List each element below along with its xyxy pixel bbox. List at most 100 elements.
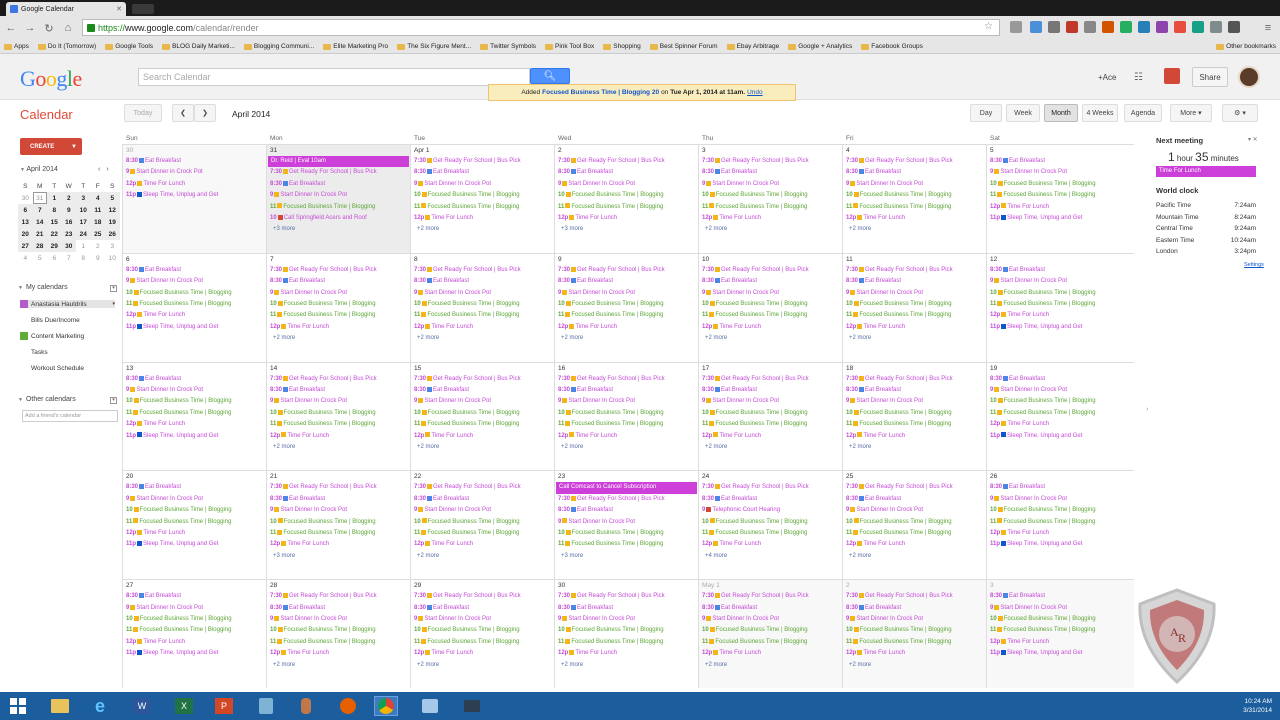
calendar-event[interactable]: 12p Time For Lunch — [411, 648, 554, 659]
bookmark-item[interactable]: Twitter Symbols — [480, 43, 536, 50]
calendar-event[interactable]: 11p Sleep Time, Unplug and Get — [123, 322, 266, 333]
chevron-down-icon[interactable]: ▾ — [112, 301, 115, 307]
calendar-list-item[interactable]: Tasks — [20, 348, 115, 356]
today-button[interactable]: Today — [124, 104, 162, 122]
bookmark-item[interactable]: BLOG Daily Marketi... — [162, 43, 235, 50]
calendar-event[interactable]: 9 Start Dinner In Crock Pot — [987, 276, 1134, 287]
home-icon[interactable]: ⌂ — [60, 20, 76, 36]
more-events-link[interactable]: +2 more — [699, 660, 842, 671]
address-bar[interactable]: https://www.google.com/calendar/render ☆ — [82, 19, 1000, 36]
more-events-link[interactable]: +2 more — [555, 660, 698, 671]
calendar-event[interactable]: 7:30 Get Ready For School | Bus Pick — [843, 482, 986, 493]
calendar-event[interactable]: 11 Focused Business Time | Blogging — [267, 528, 410, 539]
calendar-event[interactable]: 11 Focused Business Time | Blogging — [987, 299, 1134, 310]
mini-calendar-day[interactable]: 18 — [90, 216, 105, 228]
view-day-button[interactable]: Day — [970, 104, 1002, 122]
calendar-event[interactable]: 7:30 Get Ready For School | Bus Pick — [555, 494, 698, 505]
google-logo[interactable]: Google — [20, 66, 82, 92]
browser-tab[interactable]: Google Calendar ✕ — [6, 2, 126, 16]
calendar-event[interactable]: 12p Time For Lunch — [843, 648, 986, 659]
next-button[interactable]: ❯ — [194, 104, 216, 122]
calendar-event[interactable]: 11 Focused Business Time | Blogging — [987, 408, 1134, 419]
calendar-event[interactable]: 12p Time For Lunch — [411, 539, 554, 550]
more-button[interactable]: More ▾ — [1170, 104, 1212, 122]
calendar-event[interactable]: 12p Time For Lunch — [987, 202, 1134, 213]
powerpoint-icon[interactable]: P — [212, 696, 236, 716]
calendar-event[interactable]: 9 Start Dinner In Crock Pot — [123, 385, 266, 396]
calendar-event[interactable]: 9 Start Dinner In Crock Pot — [987, 494, 1134, 505]
more-events-link[interactable]: +2 more — [843, 660, 986, 671]
calendar-event[interactable]: 7:30 Get Ready For School | Bus Pick — [699, 374, 842, 385]
day-number[interactable]: May 1 — [699, 580, 842, 591]
calendar-event[interactable]: 12p Time For Lunch — [699, 213, 842, 224]
calendar-event[interactable]: 8:30 Eat Breakfast — [267, 276, 410, 287]
calendar-event[interactable]: 8:30 Eat Breakfast — [699, 276, 842, 287]
calendar-event[interactable]: 9 Start Dinner In Crock Pot — [699, 614, 842, 625]
calendar-event[interactable]: 9 Start Dinner In Crock Pot — [987, 385, 1134, 396]
calendar-event[interactable]: 12p Time For Lunch — [699, 539, 842, 550]
day-number[interactable]: 11 — [843, 254, 986, 265]
chrome-icon[interactable] — [374, 696, 398, 716]
day-number[interactable]: 26 — [987, 471, 1134, 482]
calendar-event[interactable]: 11 Focused Business Time | Blogging — [843, 528, 986, 539]
bookmark-item[interactable]: Elite Marketing Pro — [323, 43, 388, 50]
extension-icon[interactable] — [1010, 21, 1022, 33]
bookmark-item[interactable]: Shopping — [603, 43, 641, 50]
calendar-event[interactable]: 12p Time For Lunch — [555, 213, 698, 224]
day-cell[interactable]: 22 7:30 Get Ready For School | Bus Pick 8:3… — [410, 471, 554, 580]
calendar-event[interactable]: 8:30 Eat Breakfast — [987, 374, 1134, 385]
day-cell[interactable]: 25 7:30 Get Ready For School | Bus Pick 8:3… — [842, 471, 986, 580]
panel-close-icon[interactable]: ▾ ✕ — [1248, 136, 1258, 143]
calendar-event[interactable]: 8:30 Eat Breakfast — [267, 494, 410, 505]
calendar-event[interactable]: 8:30 Eat Breakfast — [987, 156, 1134, 167]
mini-calendar-day[interactable]: 7 — [32, 204, 47, 216]
day-number[interactable]: 14 — [267, 363, 410, 374]
calendar-event[interactable]: 9 Start Dinner in Crock Pot — [123, 167, 266, 178]
day-number[interactable]: 20 — [123, 471, 266, 482]
extension-icon[interactable] — [1210, 21, 1222, 33]
calendar-event[interactable]: 12p Time For Lunch — [123, 419, 266, 430]
calendar-event[interactable]: 9 Start Dinner In Crock Pot — [555, 288, 698, 299]
mini-calendar-day[interactable]: 2 — [61, 192, 76, 204]
extension-icon[interactable] — [1120, 21, 1132, 33]
day-cell[interactable]: May 1 7:30 Get Ready For School | Bus Pick… — [698, 580, 842, 689]
calendar-event[interactable]: 9 Start Dinner In Crock Pot — [411, 396, 554, 407]
calendar-event[interactable]: 9 Start Dinner In Crock Pot — [843, 179, 986, 190]
search-button[interactable]: 🔍︎ — [530, 68, 570, 84]
calendar-event[interactable]: 7:30 Get Ready For School | Bus Pick — [267, 374, 410, 385]
mini-calendar-day[interactable]: 5 — [105, 192, 120, 204]
calendar-event[interactable]: 8:30 Eat Breakfast — [267, 179, 410, 190]
calendar-event[interactable]: 11 Focused Business Time | Blogging — [555, 539, 698, 550]
bookmark-item[interactable]: Apps — [4, 43, 29, 50]
calendar-event[interactable]: 8:30 Eat Breakfast — [123, 482, 266, 493]
share-button[interactable]: Share — [1192, 67, 1228, 87]
calendar-event[interactable]: 7:30 Get Ready For School | Bus Pick — [555, 265, 698, 276]
calendar-event[interactable]: 7:30 Get Ready For School | Bus Pick — [267, 265, 410, 276]
bookmark-item[interactable]: Ebay Arbitrage — [726, 43, 779, 50]
extension-icon[interactable] — [1102, 21, 1114, 33]
mini-calendar-day[interactable]: 14 — [32, 216, 47, 228]
calendar-event[interactable]: 10 Focused Business Time | Blogging — [843, 299, 986, 310]
calendar-event[interactable]: 9 Start Dinner In Crock Pot — [123, 603, 266, 614]
day-number[interactable]: 19 — [987, 363, 1134, 374]
more-events-link[interactable]: +3 more — [555, 551, 698, 562]
prev-button[interactable]: ❮ — [172, 104, 194, 122]
mini-calendar-day[interactable]: 1 — [76, 240, 91, 252]
calendar-event[interactable]: 7:30 Get Ready For School | Bus Pick — [555, 591, 698, 602]
mini-calendar-day[interactable]: 8 — [76, 252, 91, 264]
calendar-event[interactable]: 12p Time For Lunch — [987, 310, 1134, 321]
calendar-event[interactable]: 12p Time For Lunch — [699, 431, 842, 442]
day-cell[interactable]: 27 8:30 Eat Breakfast 9 Start Dinner In Croc… — [122, 580, 266, 689]
calendar-event[interactable]: 7:30 Get Ready For School | Bus Pick — [411, 156, 554, 167]
calendar-event[interactable]: 10 Focused Business Time | Blogging — [987, 505, 1134, 516]
calendar-event[interactable]: 10 Focused Business Time | Blogging — [267, 625, 410, 636]
day-cell[interactable]: 12 8:30 Eat Breakfast 9 Start Dinner In Croc… — [986, 253, 1134, 362]
extension-icon[interactable] — [1066, 21, 1078, 33]
calendar-event[interactable]: 12p Time For Lunch — [555, 648, 698, 659]
day-cell[interactable]: 10 7:30 Get Ready For School | Bus Pick 8:3… — [698, 253, 842, 362]
mini-calendar-day[interactable]: 10 — [105, 252, 120, 264]
more-events-link[interactable]: +3 more — [555, 224, 698, 235]
calendar-event[interactable]: 11 Focused Business Time | Blogging — [699, 310, 842, 321]
day-cell[interactable]: 3 7:30 Get Ready For School | Bus Pick 8:30… — [698, 145, 842, 253]
other-calendars-menu-icon[interactable]: ▾ — [110, 397, 117, 404]
